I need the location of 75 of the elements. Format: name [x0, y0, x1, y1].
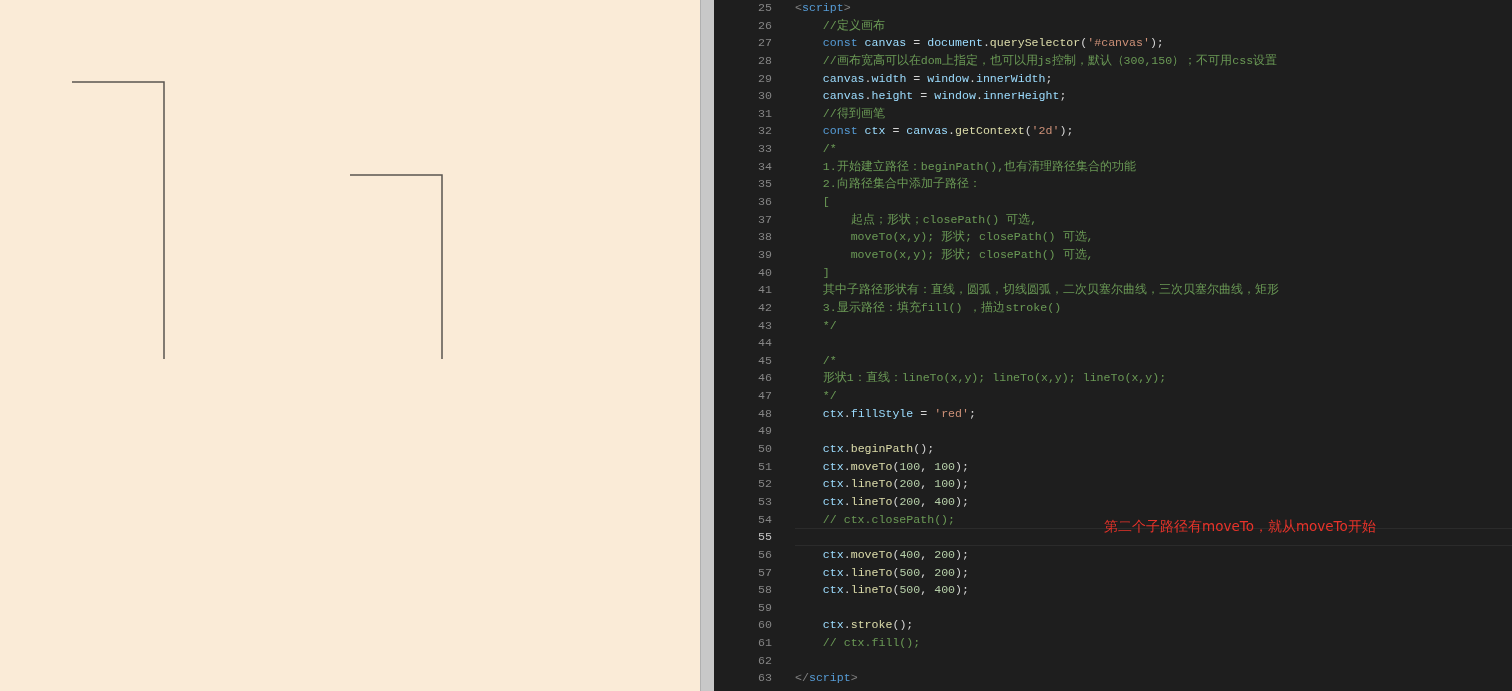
code-line: 起点；形状；closePath() 可选, [849, 211, 1038, 228]
line-number: 55 [757, 529, 772, 546]
code-line: /* [821, 141, 837, 158]
code-line: //得到画笔 [821, 105, 885, 122]
line-number: 51 [757, 458, 772, 475]
line-number: 52 [757, 476, 772, 493]
code-line: 形状1：直线：lineTo(x,y); lineTo(x,y); lineTo(x,y); [821, 370, 1167, 387]
code-line: const ctx = canvas.getContext('2d'); [821, 123, 1074, 140]
line-number: 54 [757, 511, 772, 528]
annotation-text: 第二个子路径有moveTo，就从moveTo开始 [1104, 517, 1376, 536]
line-number: 40 [757, 264, 772, 281]
code-line: ] [821, 264, 830, 281]
code-line: /* [821, 352, 837, 369]
code-line: const canvas = document.querySelector('#canvas'); [821, 35, 1164, 52]
line-number: 48 [757, 405, 772, 422]
code-line: */ [821, 317, 837, 334]
line-number: 53 [757, 493, 772, 510]
line-number: 41 [757, 282, 772, 299]
line-number: 32 [757, 123, 772, 140]
line-number: 43 [757, 317, 772, 334]
line-number: 44 [757, 335, 772, 352]
line-number: 58 [757, 582, 772, 599]
line-number: 57 [757, 564, 772, 581]
line-number: 35 [757, 176, 772, 193]
code-line: ctx.lineTo(200, 400); [821, 493, 969, 510]
code-line: canvas.height = window.innerHeight; [821, 88, 1067, 105]
code-line: moveTo(x,y); 形状; closePath() 可选, [849, 246, 1094, 263]
line-number: 61 [757, 635, 772, 652]
code-line: //定义画布 [821, 17, 885, 34]
line-number: 37 [757, 211, 772, 228]
line-number: 59 [757, 599, 772, 616]
scrollbar[interactable] [700, 0, 714, 691]
line-number: 25 [757, 0, 772, 16]
code-line: // ctx.closePath(); [821, 511, 956, 528]
line-number: 47 [757, 388, 772, 405]
code-line: ctx.stroke(); [821, 617, 914, 634]
line-number: 31 [757, 105, 772, 122]
code-line: // ctx.fill(); [821, 635, 921, 652]
line-number: 30 [757, 88, 772, 105]
code-line: 其中子路径形状有：直线，圆弧，切线圆弧，二次贝塞尔曲线，三次贝塞尔曲线，矩形 [821, 282, 1279, 299]
line-number: 46 [757, 370, 772, 387]
code-line: //画布宽高可以在dom上指定，也可以用js控制，默认（300,150）；不可用css设置 [821, 52, 1278, 69]
line-number: 28 [757, 52, 772, 69]
code-line: [ [821, 194, 830, 211]
code-line: 3.显示路径：填充fill() ，描边stroke() [821, 299, 1062, 316]
code-line: ctx.moveTo(400, 200); [821, 546, 969, 563]
line-number: 33 [757, 141, 772, 158]
line-number: 26 [757, 17, 772, 34]
line-number: 50 [757, 441, 772, 457]
line-number: 29 [757, 70, 772, 87]
code-line: ctx.fillStyle = 'red'; [821, 405, 976, 422]
code-line: ctx.lineTo(200, 100); [821, 476, 969, 493]
code-line: canvas.width = window.innerWidth; [821, 70, 1053, 87]
code-line: */ [821, 388, 837, 405]
line-number: 56 [757, 546, 772, 563]
line-number: 38 [757, 229, 772, 246]
code-line: ctx.beginPath(); [821, 441, 935, 457]
line-number: 60 [757, 617, 772, 634]
line-number: 36 [757, 194, 772, 211]
code-line: moveTo(x,y); 形状; closePath() 可选, [849, 229, 1094, 246]
code-line: ctx.lineTo(500, 200); [821, 564, 969, 581]
code-line: ctx.moveTo(100, 100); [821, 458, 969, 475]
line-number: 34 [757, 158, 772, 175]
code-line: <script> [795, 0, 851, 16]
line-number: 62 [757, 652, 772, 669]
line-number: 45 [757, 352, 772, 369]
code-line: ctx.lineTo(500, 400); [821, 582, 969, 599]
line-number: 49 [757, 423, 772, 440]
code-line: 1.开始建立路径：beginPath(),也有清理路径集合的功能 [821, 158, 1137, 175]
line-number: 42 [757, 299, 772, 316]
code-line: 2.向路径集合中添加子路径： [821, 176, 981, 193]
code-line: </script> [795, 670, 858, 687]
line-number: 63 [757, 670, 772, 687]
line-number: 27 [757, 35, 772, 52]
line-number: 39 [757, 246, 772, 263]
